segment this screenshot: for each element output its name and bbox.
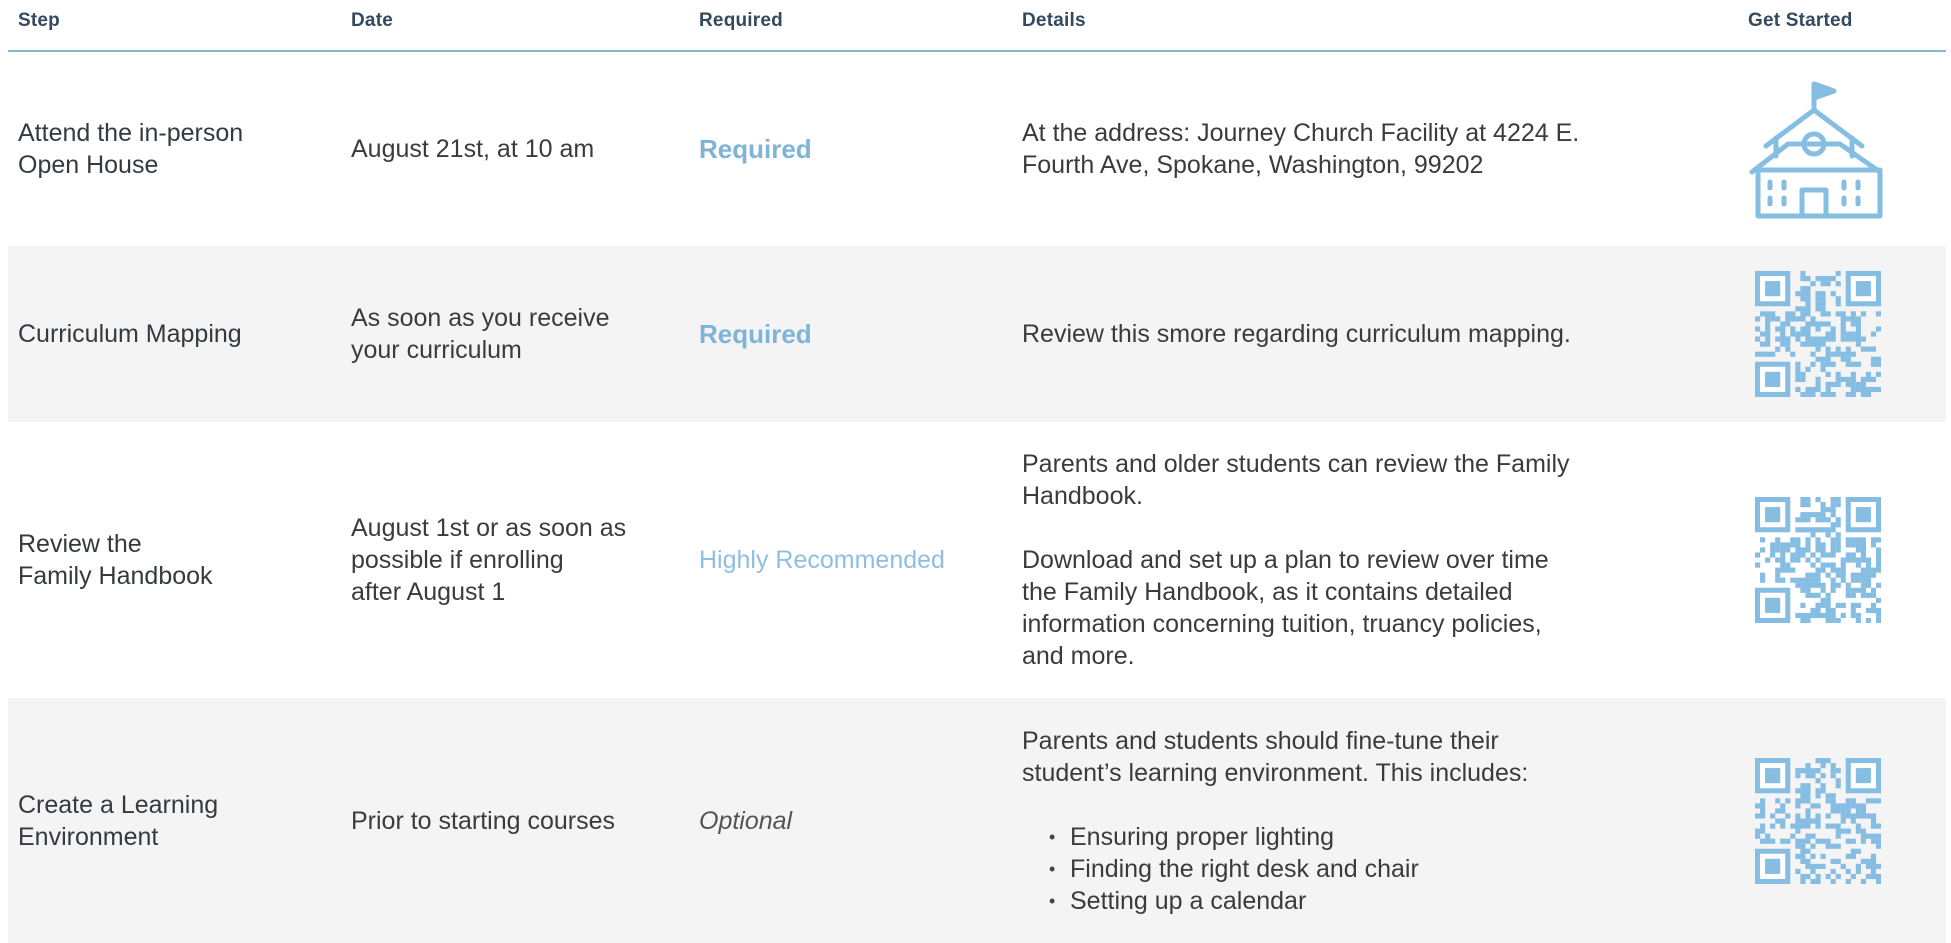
- details-cell: Review this smore regarding curriculum m…: [1022, 246, 1682, 422]
- table-row: Review the Family Handbook August 1st or…: [8, 422, 1946, 698]
- details-text-line: At the address: Journey Church Facility …: [1022, 119, 1580, 147]
- details-text-line: Review this smore regarding curriculum m…: [1022, 320, 1571, 348]
- details-text-line: information concerning tuition, truancy …: [1022, 610, 1542, 638]
- details-text-line: Parents and students should fine-tune th…: [1022, 726, 1499, 755]
- date-text-line: after August 1: [351, 578, 506, 606]
- required-label: Required: [699, 319, 812, 349]
- required-cell: Required: [699, 246, 999, 422]
- details-bullet-list: Ensuring proper lighting Finding the rig…: [1022, 821, 1528, 917]
- list-item: Setting up a calendar: [1022, 885, 1528, 917]
- date-text-line: As soon as you receive: [351, 304, 610, 332]
- step-cell: Create a Learning Environment: [18, 698, 338, 943]
- header-details: Details: [1022, 10, 1086, 31]
- school-icon[interactable]: [1743, 52, 1893, 246]
- required-label: Required: [699, 134, 812, 164]
- qr-code-icon[interactable]: [1743, 246, 1893, 422]
- date-text-line: possible if enrolling: [351, 546, 564, 574]
- required-cell: Required: [699, 52, 999, 246]
- step-text-line: Review the: [18, 530, 142, 558]
- details-cell: Parents and students should fine-tune th…: [1022, 698, 1662, 943]
- step-cell: Review the Family Handbook: [18, 422, 338, 698]
- header-required: Required: [699, 10, 783, 31]
- date-cell: August 21st, at 10 am: [351, 52, 681, 246]
- step-text-line: Attend the in-person: [18, 119, 244, 147]
- date-text-line: August 1st or as soon as: [351, 514, 627, 542]
- required-cell: Optional: [699, 698, 999, 943]
- qr-code-icon[interactable]: [1743, 422, 1893, 698]
- details-cell: Parents and older students can review th…: [1022, 422, 1662, 698]
- qr-code-icon[interactable]: [1743, 698, 1893, 943]
- date-text-line: your curriculum: [351, 336, 522, 364]
- list-item: Ensuring proper lighting: [1022, 821, 1528, 853]
- table-row: Create a Learning Environment Prior to s…: [8, 698, 1946, 943]
- date-text-line: Prior to starting courses: [351, 806, 615, 835]
- header-step: Step: [18, 10, 60, 31]
- table-header: Step Date Required Details Get Started: [8, 0, 1946, 52]
- step-text-line: Open House: [18, 151, 159, 179]
- header-get-started: Get Started: [1748, 10, 1853, 31]
- required-label: Optional: [699, 806, 793, 835]
- step-text-line: Curriculum Mapping: [18, 320, 242, 348]
- required-label: Highly Recommended: [699, 546, 945, 574]
- step-cell: Curriculum Mapping: [18, 246, 338, 422]
- table-row: Curriculum Mapping As soon as you receiv…: [8, 246, 1946, 422]
- details-text-line: Fourth Ave, Spokane, Washington, 99202: [1022, 151, 1484, 179]
- step-text-line: Create a Learning: [18, 790, 219, 819]
- list-item: Finding the right desk and chair: [1022, 853, 1528, 885]
- step-cell: Attend the in-person Open House: [18, 52, 338, 246]
- required-cell: Highly Recommended: [699, 422, 999, 698]
- details-cell: At the address: Journey Church Facility …: [1022, 52, 1662, 246]
- table-row: Attend the in-person Open House August 2…: [8, 52, 1946, 246]
- details-text-line: Parents and older students can review th…: [1022, 450, 1570, 478]
- step-text-line: Family Handbook: [18, 562, 213, 590]
- date-cell: August 1st or as soon as possible if enr…: [351, 422, 681, 698]
- details-text-line: the Family Handbook, as it contains deta…: [1022, 578, 1513, 606]
- details-text-line: and more.: [1022, 642, 1135, 670]
- date-cell: As soon as you receive your curriculum: [351, 246, 681, 422]
- header-date: Date: [351, 10, 393, 31]
- details-text-line: student’s learning environment. This inc…: [1022, 758, 1529, 787]
- step-text-line: Environment: [18, 822, 159, 851]
- details-text-line: Download and set up a plan to review ove…: [1022, 546, 1549, 574]
- date-text-line: August 21st, at 10 am: [351, 135, 595, 163]
- details-text-line: Handbook.: [1022, 482, 1143, 510]
- date-cell: Prior to starting courses: [351, 698, 681, 943]
